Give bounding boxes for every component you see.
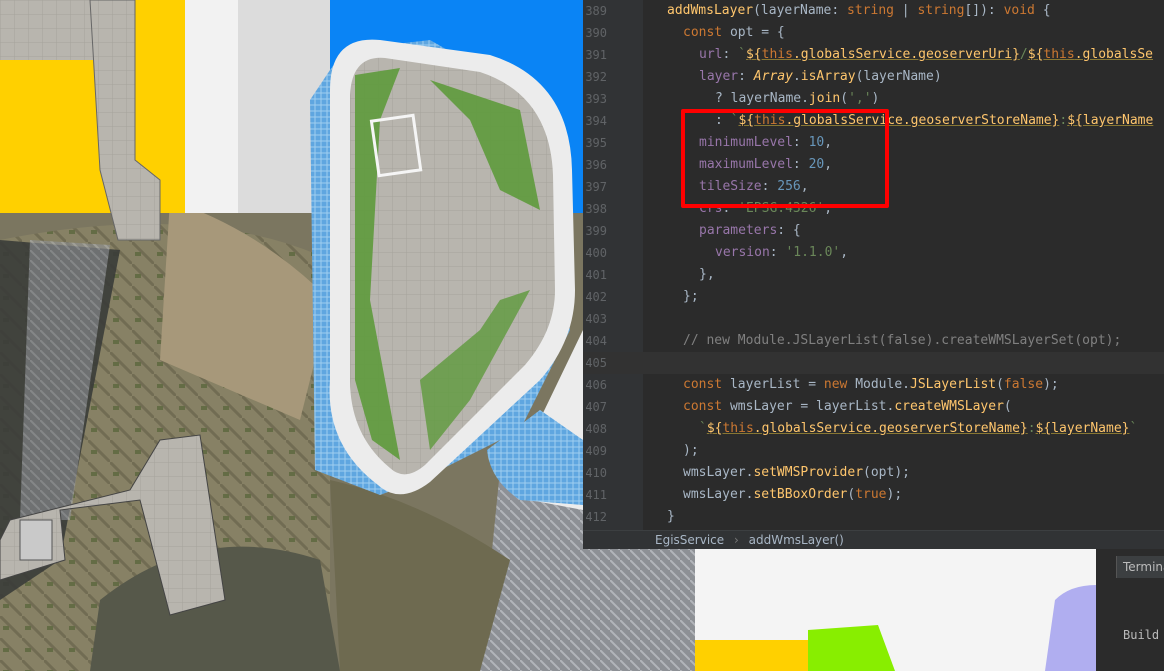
line-number: 403: [585, 312, 607, 326]
code-line[interactable]: 402};: [583, 286, 1164, 308]
line-number: 402: [585, 290, 607, 304]
terminal-output: Build: [1123, 628, 1160, 642]
code-line[interactable]: 410 wmsLayer.setWMSProvider(opt);: [583, 462, 1164, 484]
code-text: wmsLayer.setBBoxOrder(true);: [683, 487, 903, 502]
code-text: wmsLayer.setWMSProvider(opt);: [683, 465, 910, 480]
code-text: const wmsLayer = layerList.createWMSLaye…: [683, 399, 1012, 414]
line-number: 393: [585, 92, 607, 106]
code-text: parameters: {: [699, 223, 801, 238]
code-line[interactable]: 404 // new Module.JSLayerList(false).crea…: [583, 330, 1164, 352]
code-text: url: `${this.globalsService.geoserverUri…: [699, 47, 1153, 62]
line-number: 401: [585, 268, 607, 282]
code-line[interactable]: 399 parameters: {: [583, 220, 1164, 242]
code-line[interactable]: 412}: [583, 506, 1164, 528]
code-line[interactable]: 400 version: '1.1.0',: [583, 242, 1164, 264]
line-number: 412: [585, 510, 607, 524]
code-text: );: [683, 443, 699, 458]
line-number: 410: [585, 466, 607, 480]
code-text: const opt = {: [683, 25, 785, 40]
breadcrumb-separator: ›: [733, 533, 739, 547]
code-line[interactable]: 407 const wmsLayer = layerList.createWMSL…: [583, 396, 1164, 418]
line-number: 404: [585, 334, 607, 348]
code-line[interactable]: 392 layer: Array.isArray(layerName): [583, 66, 1164, 88]
breadcrumb: EgisService › addWmsLayer(): [583, 530, 1164, 549]
code-line[interactable]: 393 ? layerName.join(','): [583, 88, 1164, 110]
code-text: `${this.globalsService.geoserverStoreNam…: [699, 421, 1138, 436]
code-text: layer: Array.isArray(layerName): [699, 69, 942, 84]
code-line[interactable]: 390 const opt = {: [583, 22, 1164, 44]
code-text: version: '1.1.0',: [715, 245, 849, 260]
code-line[interactable]: 389 addWmsLayer(layerName: string | strin…: [583, 0, 1164, 22]
code-line[interactable]: 405: [583, 352, 1164, 374]
line-number: 406: [585, 378, 607, 392]
line-number: 405: [585, 356, 607, 370]
line-number: 408: [585, 422, 607, 436]
breadcrumb-method[interactable]: addWmsLayer(): [749, 533, 844, 547]
code-line[interactable]: 391 url: `${this.globalsService.geoserver…: [583, 44, 1164, 66]
tab-terminal[interactable]: Termina: [1116, 556, 1164, 578]
line-number: 396: [585, 158, 607, 172]
code-line[interactable]: 403: [583, 308, 1164, 330]
red-annotation-box: [681, 109, 889, 208]
code-text: const layerList = new Module.JSLayerList…: [683, 377, 1059, 392]
line-number: 400: [585, 246, 607, 260]
terminal-panel[interactable]: Termina Build: [1096, 549, 1164, 671]
line-number: 407: [585, 400, 607, 414]
line-number: 390: [585, 26, 607, 40]
code-line[interactable]: 411 wmsLayer.setBBoxOrder(true);: [583, 484, 1164, 506]
code-text: // new Module.JSLayerList(false).createW…: [683, 333, 1122, 348]
code-text: ? layerName.join(','): [715, 91, 880, 106]
line-number: 411: [585, 488, 607, 502]
line-number: 397: [585, 180, 607, 194]
line-number: 399: [585, 224, 607, 238]
code-text: },: [699, 267, 715, 282]
line-number: 395: [585, 136, 607, 150]
code-text: };: [683, 289, 699, 304]
code-line[interactable]: 401},: [583, 264, 1164, 286]
line-number: 394: [585, 114, 607, 128]
line-number: 392: [585, 70, 607, 84]
line-number: 391: [585, 48, 607, 62]
code-line[interactable]: 406 const layerList = new Module.JSLayerL…: [583, 374, 1164, 396]
code-text: addWmsLayer(layerName: string | string[]…: [667, 3, 1051, 18]
code-line[interactable]: 408 `${this.globalsService.geoserverStore…: [583, 418, 1164, 440]
code-line[interactable]: 409);: [583, 440, 1164, 462]
breadcrumb-class[interactable]: EgisService: [655, 533, 724, 547]
code-editor[interactable]: 389 addWmsLayer(layerName: string | strin…: [583, 0, 1164, 549]
line-number: 398: [585, 202, 607, 216]
code-text: }: [667, 509, 675, 524]
line-number: 389: [585, 4, 607, 18]
line-number: 409: [585, 444, 607, 458]
